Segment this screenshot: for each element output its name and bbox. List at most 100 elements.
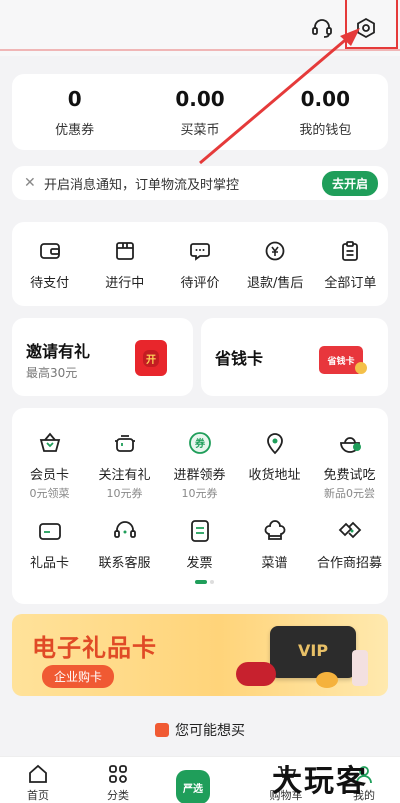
order-all[interactable]: 全部订单 (313, 222, 388, 306)
service-address[interactable]: 收货地址 (237, 428, 312, 483)
box-icon (112, 238, 138, 264)
service-label: 合作商招募 (316, 556, 382, 571)
order-in-progress[interactable]: 进行中 (87, 222, 162, 306)
services-card: 会员卡 0元领菜 关注有礼 10元券 券 进群领券 10元券 收货地址 免费试吃… (12, 408, 388, 604)
stat-label: 优惠券 (55, 122, 95, 138)
location-icon (260, 428, 290, 458)
comment-icon (187, 238, 213, 264)
top-bar (0, 0, 400, 56)
service-label: 联系客服 (98, 556, 151, 571)
page-indicator (195, 580, 214, 584)
fruit-illustration (236, 662, 276, 686)
chef-hat-icon (260, 516, 290, 546)
invite-subtitle: 最高30元 (26, 366, 78, 380)
account-stats-card: 0 优惠券 0.00 买菜币 0.00 我的钱包 (12, 74, 388, 150)
savings-card[interactable]: 省钱卡 省钱卡 (201, 318, 388, 396)
invoice-icon (185, 516, 215, 546)
order-label: 全部订单 (324, 275, 377, 291)
basket-icon (35, 428, 65, 458)
recommendation-text: 您可能想买 (175, 723, 245, 739)
vip-card-illustration: VIP (270, 626, 356, 678)
service-gift-card[interactable]: 礼品卡 (12, 516, 87, 571)
card-icon (35, 516, 65, 546)
invite-title: 邀请有礼 (26, 342, 91, 361)
stat-coupons[interactable]: 0 优惠券 (12, 74, 137, 150)
order-pending-payment[interactable]: 待支付 (12, 222, 87, 306)
tab-category[interactable]: 分类 (88, 763, 148, 803)
stat-wallet[interactable]: 0.00 我的钱包 (263, 74, 388, 150)
stat-value: 0.00 (175, 86, 225, 111)
enable-notification-button[interactable]: 去开启 (321, 170, 378, 196)
tab-label: 分类 (107, 789, 129, 802)
customer-service-icon[interactable] (308, 14, 336, 42)
corporate-purchase-pill[interactable]: 企业购卡 (42, 665, 115, 688)
service-label: 礼品卡 (29, 556, 69, 571)
order-refund[interactable]: 退款/售后 (238, 222, 313, 306)
service-label: 发票 (186, 556, 213, 571)
settings-highlight-box (345, 0, 398, 49)
service-partner-recruitment[interactable]: 合作商招募 (312, 516, 387, 571)
service-member-card[interactable]: 会员卡 0元领菜 (12, 428, 87, 501)
savings-card-title: 省钱卡 (215, 349, 264, 368)
clipboard-icon (337, 238, 363, 264)
notification-text: 开启消息通知，订单物流及时掌控 (44, 177, 240, 193)
close-icon[interactable]: ✕ (24, 175, 40, 191)
watermark: 大玩客 (272, 764, 368, 799)
service-invoice[interactable]: 发票 (162, 516, 237, 571)
coupon-icon: 券 (185, 428, 215, 458)
drink-bottle-illustration (352, 650, 368, 686)
stat-coins[interactable]: 0.00 买菜币 (137, 74, 262, 150)
gift-icon (155, 723, 169, 737)
gift-card-banner[interactable]: 电子礼品卡 企业购卡 VIP (12, 614, 388, 696)
category-icon (109, 765, 127, 783)
service-sub: 新品0元尝 (324, 487, 375, 500)
service-sub: 10元券 (106, 487, 143, 500)
notification-bar: ✕ 开启消息通知，订单物流及时掌控 去开启 (12, 166, 388, 200)
order-to-review[interactable]: 待评价 (162, 222, 237, 306)
service-label: 收货地址 (248, 468, 301, 483)
service-sub: 10元券 (181, 487, 218, 500)
coin-icon (355, 362, 367, 374)
recommendation-heading: 您可能想买 (0, 720, 400, 740)
banner-title: 电子礼品卡 (32, 634, 157, 662)
bowl-icon (335, 428, 365, 458)
envelope-label: 开 (143, 349, 159, 367)
pot-icon (110, 428, 140, 458)
service-recipes[interactable]: 菜谱 (237, 516, 312, 571)
savings-badge-label: 省钱卡 (327, 356, 355, 367)
invite-reward-card[interactable]: 邀请有礼 最高30元 开 (12, 318, 193, 396)
service-group-coupon[interactable]: 券 进群领券 10元券 (162, 428, 237, 501)
service-follow-gift[interactable]: 关注有礼 10元券 (87, 428, 162, 501)
page-dot-active (195, 580, 207, 584)
order-label: 进行中 (105, 275, 145, 291)
service-label: 关注有礼 (98, 468, 151, 483)
tab-home[interactable]: 首页 (8, 763, 68, 803)
stat-value: 0 (67, 86, 82, 111)
service-free-tasting[interactable]: 免费试吃 新品0元尝 (312, 428, 387, 501)
service-label: 会员卡 (29, 468, 69, 483)
vip-label: VIP (298, 641, 329, 660)
svg-text:券: 券 (194, 437, 206, 450)
red-envelope-icon: 开 (135, 340, 167, 376)
page-dot (210, 580, 214, 584)
stat-label: 买菜币 (180, 122, 220, 138)
service-label: 菜谱 (261, 556, 288, 571)
home-icon (29, 764, 47, 783)
headset-icon (110, 516, 140, 546)
stat-label: 我的钱包 (299, 122, 352, 138)
orders-card: 待支付 进行中 待评价 退款/售后 全部订单 (12, 222, 388, 306)
divider-line (0, 49, 400, 51)
handshake-icon (335, 516, 365, 546)
service-label: 进群领券 (173, 468, 226, 483)
tab-featured[interactable]: 严选 (176, 770, 210, 803)
order-label: 退款/售后 (247, 275, 304, 291)
egg-illustration (316, 672, 338, 688)
stat-value: 0.00 (300, 86, 350, 111)
tab-label: 首页 (27, 789, 49, 802)
order-label: 待支付 (30, 275, 70, 291)
wallet-icon (37, 238, 63, 264)
service-sub: 0元领菜 (29, 487, 70, 500)
service-contact-support[interactable]: 联系客服 (87, 516, 162, 571)
service-label: 免费试吃 (323, 468, 376, 483)
refund-icon (262, 238, 288, 264)
